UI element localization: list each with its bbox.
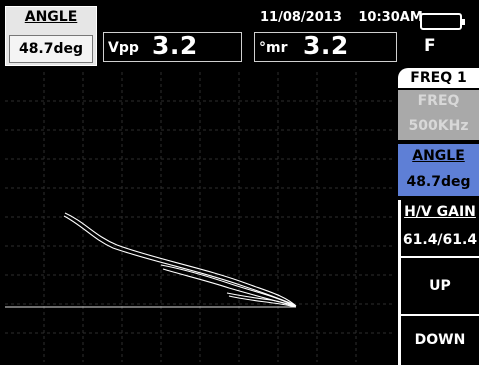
mr-label: °mr xyxy=(259,40,288,56)
top-bar: ANGLE 48.7deg Vpp 3.2 °mr 3.2 11/08/2013… xyxy=(0,0,479,68)
mr-value: 3.2 xyxy=(303,31,349,60)
trace-segment xyxy=(63,215,296,306)
vpp-reading: Vpp 3.2 xyxy=(103,31,242,62)
active-parameter-value: 48.7deg xyxy=(9,35,93,63)
freq-label[interactable]: FREQ xyxy=(398,90,479,112)
signal-plot xyxy=(5,72,394,362)
vpp-label: Vpp xyxy=(108,40,139,56)
tab-freq-1[interactable]: FREQ 1 xyxy=(398,68,479,88)
battery-icon xyxy=(420,13,465,30)
signal-display xyxy=(5,72,394,362)
freq-value[interactable]: 500KHz xyxy=(398,112,479,140)
hv-gain-value[interactable]: 61.4/61.4 xyxy=(398,224,479,256)
mr-reading: °mr 3.2 xyxy=(254,31,397,62)
mode-indicator: F xyxy=(424,36,436,56)
time-text: 10:30AM xyxy=(358,10,423,25)
date-text: 11/08/2013 xyxy=(260,10,342,25)
side-menu: FREQ 1 FREQ 500KHz ANGLE 48.7deg H/V GAI… xyxy=(398,68,479,365)
down-button[interactable]: DOWN xyxy=(398,316,479,365)
angle-menu-value[interactable]: 48.7deg xyxy=(398,168,479,196)
date-time: 11/08/2013 10:30AM xyxy=(260,10,435,25)
active-parameter-box[interactable]: ANGLE 48.7deg xyxy=(5,6,97,66)
angle-menu-label[interactable]: ANGLE xyxy=(398,144,479,168)
up-button[interactable]: UP xyxy=(398,258,479,314)
vpp-value: 3.2 xyxy=(152,31,198,60)
active-parameter-label: ANGLE xyxy=(24,9,78,25)
signal-trace xyxy=(63,212,297,308)
hv-gain-label[interactable]: H/V GAIN xyxy=(398,200,479,224)
trace-segment xyxy=(160,264,296,307)
grid-lines xyxy=(5,72,394,362)
